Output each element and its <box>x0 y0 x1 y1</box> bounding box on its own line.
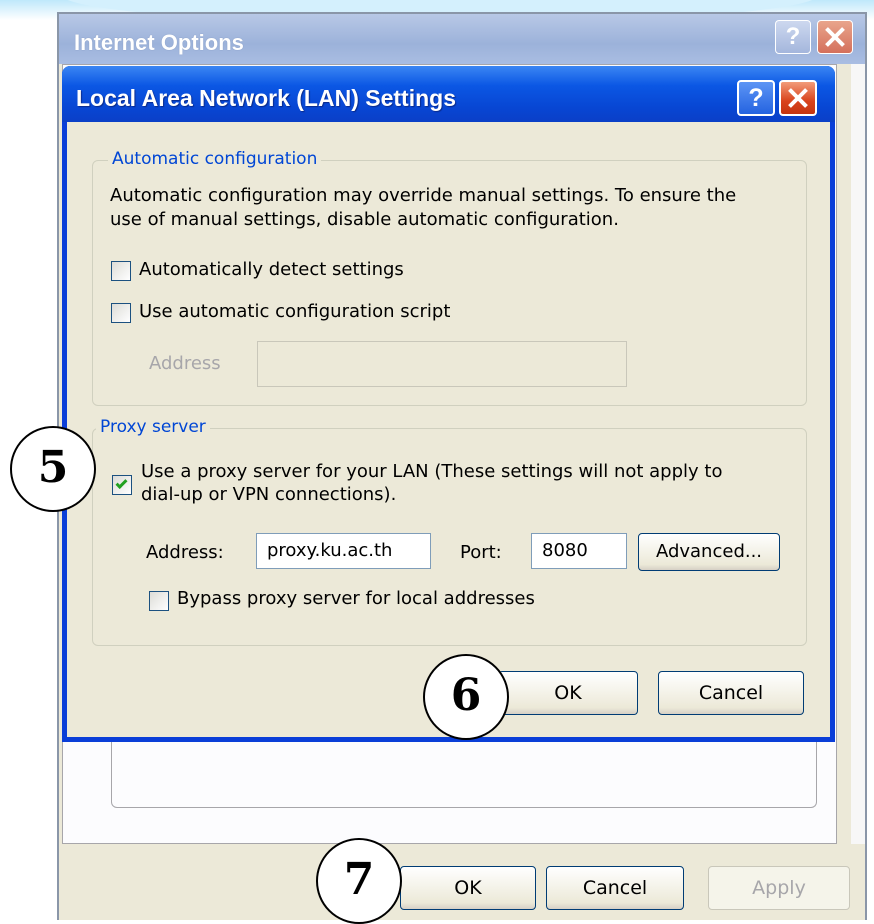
proxy-address-input[interactable]: proxy.ku.ac.th <box>256 533 431 569</box>
lan-ok-button[interactable]: OK <box>498 671 638 715</box>
internet-options-button-bar: OK Cancel Apply <box>59 844 865 920</box>
internet-options-cancel-button[interactable]: Cancel <box>546 866 684 910</box>
lan-help-button[interactable]: ? <box>737 80 775 116</box>
lan-settings-titlebar[interactable]: Local Area Network (LAN) Settings ? <box>62 66 835 122</box>
bypass-local-label[interactable]: Bypass proxy server for local addresses <box>177 588 535 609</box>
step-5-marker: 5 <box>10 426 96 512</box>
internet-options-panel-edge <box>851 64 865 864</box>
automatic-configuration-description-line1: Automatic configuration may override man… <box>110 185 737 206</box>
internet-options-titlebar[interactable]: Internet Options ? <box>59 14 865 64</box>
use-proxy-label-line1[interactable]: Use a proxy server for your LAN (These s… <box>141 461 722 482</box>
lan-cancel-button[interactable]: Cancel <box>658 671 804 715</box>
auto-detect-settings-checkbox[interactable] <box>111 261 131 281</box>
internet-options-title: Internet Options <box>74 30 244 55</box>
use-config-script-checkbox[interactable] <box>111 303 131 323</box>
internet-options-apply-button[interactable]: Apply <box>708 866 850 910</box>
use-proxy-label-line2[interactable]: dial-up or VPN connections). <box>141 484 396 505</box>
bypass-local-checkbox[interactable] <box>149 591 169 611</box>
checkmark-icon <box>115 476 128 490</box>
script-address-label: Address <box>149 353 221 374</box>
automatic-configuration-legend: Automatic configuration <box>108 149 322 169</box>
internet-options-close-button[interactable] <box>817 20 853 54</box>
advanced-button[interactable]: Advanced... <box>638 533 780 571</box>
step-6-marker: 6 <box>423 654 509 740</box>
step-7-marker: 7 <box>316 838 402 924</box>
lan-close-button[interactable] <box>779 80 817 116</box>
use-proxy-checkbox[interactable] <box>112 475 132 495</box>
automatic-configuration-description-line2: use of manual settings, disable automati… <box>110 209 619 230</box>
proxy-port-label: Port: <box>460 542 502 563</box>
proxy-server-legend: Proxy server <box>96 417 210 437</box>
proxy-port-input[interactable]: 8080 <box>531 533 627 569</box>
internet-options-ok-button[interactable]: OK <box>400 866 536 910</box>
close-icon <box>787 87 809 109</box>
lan-settings-body: Automatic configuration Automatic config… <box>67 122 830 737</box>
close-icon <box>824 26 846 48</box>
auto-detect-settings-label[interactable]: Automatically detect settings <box>139 259 404 280</box>
lan-settings-title: Local Area Network (LAN) Settings <box>76 85 456 111</box>
proxy-address-label: Address: <box>146 542 224 563</box>
script-address-input[interactable] <box>257 341 627 387</box>
proxy-server-group: Proxy server Use a proxy server for your… <box>92 417 807 646</box>
internet-options-help-button[interactable]: ? <box>775 20 811 54</box>
automatic-configuration-group: Automatic configuration Automatic config… <box>92 149 807 406</box>
lan-settings-dialog: Local Area Network (LAN) Settings ? Auto… <box>62 66 835 742</box>
use-config-script-label[interactable]: Use automatic configuration script <box>139 301 450 322</box>
